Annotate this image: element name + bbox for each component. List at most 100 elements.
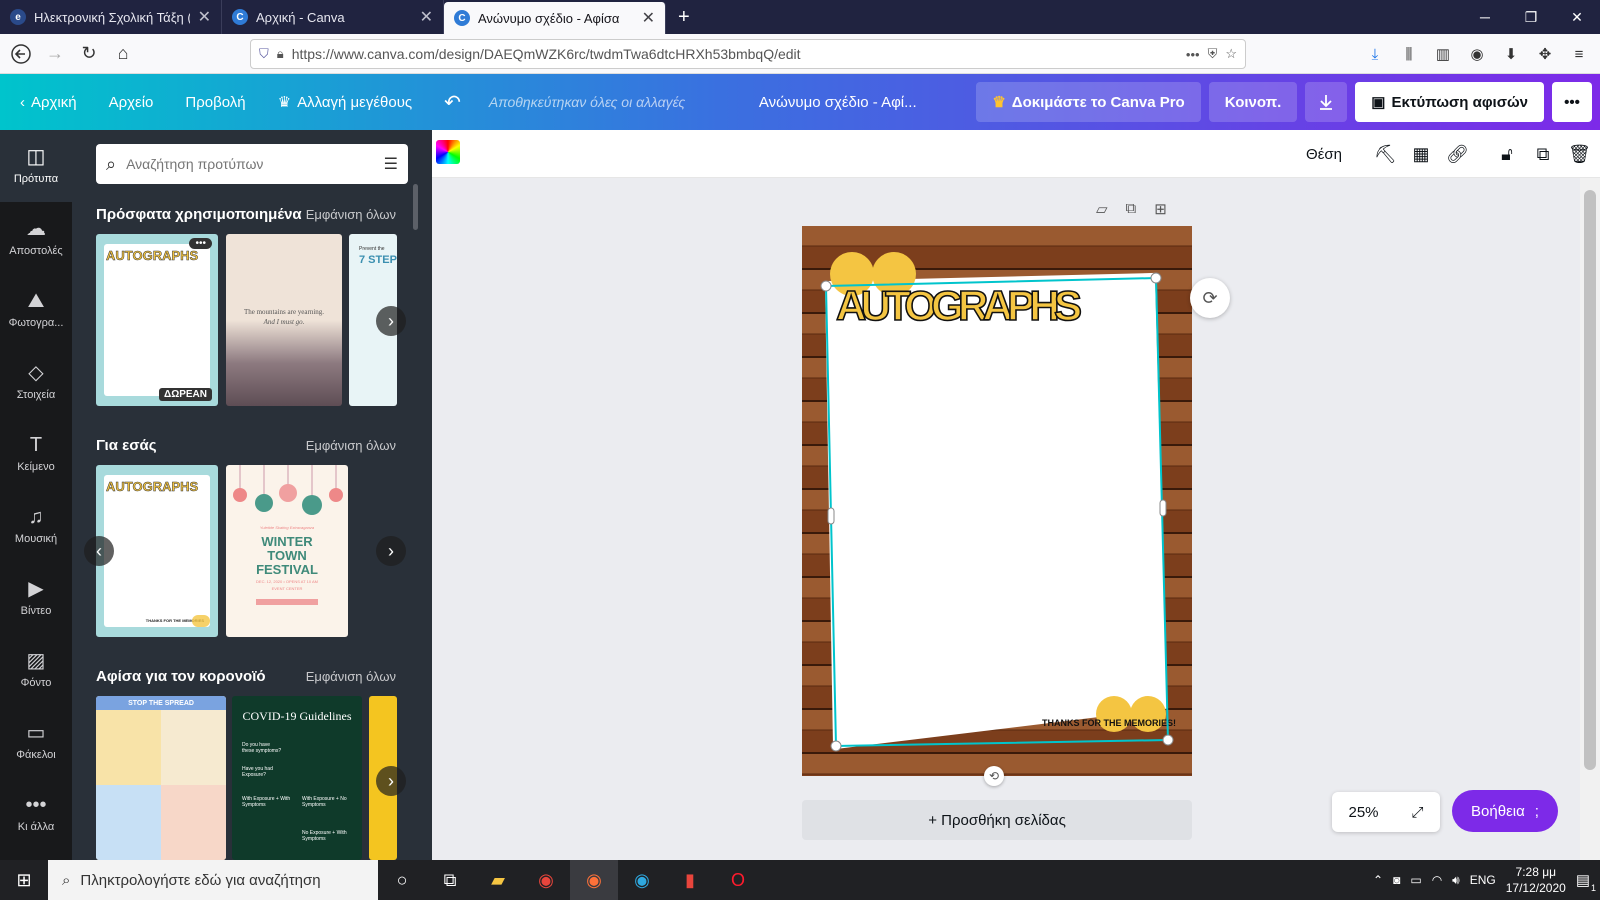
url-text[interactable]: https://www.canva.com/design/DAEQmWZK6rc…: [292, 46, 1178, 62]
share-button[interactable]: Κοινοπ.: [1208, 82, 1298, 122]
minimize-icon[interactable]: ─: [1462, 0, 1508, 34]
home-icon[interactable]: ⌂: [106, 38, 140, 70]
panel-scrollbar[interactable]: [413, 184, 418, 230]
poster-footer[interactable]: THANKS FOR THE MEMORIES!: [1042, 718, 1176, 728]
undo-icon[interactable]: ↶: [428, 74, 477, 130]
rail-item-photos[interactable]: ⛰ Φωτογρα...: [0, 274, 72, 346]
see-all-link[interactable]: Εμφάνιση όλων: [306, 207, 396, 222]
rotate-handle-icon[interactable]: ⟲: [984, 766, 1004, 786]
refresh-design-icon[interactable]: ⟳: [1190, 278, 1230, 318]
browser-tab-canva-home[interactable]: C Αρχική - Canva ✕: [222, 0, 444, 34]
battery-icon[interactable]: ▭: [1410, 873, 1421, 887]
next-arrow-button[interactable]: ›: [376, 766, 406, 796]
position-button[interactable]: Θέση: [1306, 146, 1342, 163]
rail-item-uploads[interactable]: ☁ Αποστολές: [0, 202, 72, 274]
duplicate-icon[interactable]: ⧉: [1532, 144, 1554, 165]
resize-button[interactable]: ♛ Αλλαγή μεγέθους: [262, 74, 429, 130]
language-indicator[interactable]: ENG: [1470, 873, 1496, 887]
help-button[interactable]: Βοήθεια ;: [1452, 790, 1558, 832]
menu-icon[interactable]: ≡: [1564, 46, 1594, 63]
close-tab-icon[interactable]: ✕: [420, 7, 433, 27]
poster-title[interactable]: AUTOGRAPHS: [835, 281, 1083, 330]
close-window-icon[interactable]: ✕: [1554, 0, 1600, 34]
add-page-icon[interactable]: ⊞: [1154, 200, 1167, 218]
download-arrow-icon[interactable]: ⬇: [1496, 45, 1526, 63]
edge-icon[interactable]: ◉: [618, 860, 666, 900]
link-icon[interactable]: 🔗︎: [1446, 144, 1469, 165]
notifications-icon[interactable]: ▤ 1: [1576, 871, 1596, 893]
file-explorer-icon[interactable]: ▰: [474, 860, 522, 900]
reload-icon[interactable]: ↻: [72, 38, 106, 70]
rail-item-text[interactable]: T Κείμενο: [0, 418, 72, 490]
account-icon[interactable]: ◉: [1462, 45, 1492, 63]
browser-tab-design[interactable]: C Ανώνυμο σχέδιο - Αφίσα ✕: [444, 2, 666, 34]
next-arrow-button[interactable]: ›: [376, 306, 406, 336]
see-all-link[interactable]: Εμφάνιση όλων: [306, 669, 396, 684]
rail-item-video[interactable]: ▶ Βίντεο: [0, 562, 72, 634]
template-thumb-winter-festival[interactable]: Yuletide Skating Extravaganza WINTER TOW…: [226, 465, 348, 637]
clock[interactable]: 7:28 μμ 17/12/2020: [1506, 864, 1566, 896]
back-icon[interactable]: [4, 38, 38, 70]
task-view-icon[interactable]: ○: [378, 860, 426, 900]
address-bar[interactable]: ⛉ 🔒︎ https://www.canva.com/design/DAEQmW…: [250, 39, 1246, 69]
unlock-icon[interactable]: 🔓︎: [1496, 144, 1518, 165]
office-icon[interactable]: ▮: [666, 860, 714, 900]
transparency-icon[interactable]: ▦: [1410, 144, 1432, 165]
taskbar-search[interactable]: ⌕ Πληκτρολογήστε εδώ για αναζήτηση: [48, 860, 378, 900]
downloads-icon[interactable]: ⤓: [1360, 46, 1390, 63]
next-arrow-button[interactable]: ›: [376, 536, 406, 566]
template-search[interactable]: ⌕ ☰: [96, 144, 408, 184]
template-thumb-mountains[interactable]: The mountains are yearning. And I must g…: [226, 234, 342, 406]
rail-item-elements[interactable]: ◇ Στοιχεία: [0, 346, 72, 418]
rail-item-more[interactable]: ••• Κι άλλα: [0, 778, 72, 850]
page-actions-icon[interactable]: •••: [1186, 47, 1200, 62]
firefox-icon[interactable]: ◉: [570, 860, 618, 900]
template-thumb-covid-guidelines[interactable]: COVID-19 Guidelines Do you have these sy…: [232, 696, 362, 860]
timeline-icon[interactable]: ⧉: [426, 860, 474, 900]
add-page-button[interactable]: + Προσθήκη σελίδας: [802, 800, 1192, 840]
bookmark-star-icon[interactable]: ☆: [1225, 46, 1237, 62]
file-menu[interactable]: Αρχείο: [93, 74, 170, 130]
print-posters-button[interactable]: ▣ Εκτύπωση αφισών: [1355, 82, 1544, 122]
design-page[interactable]: AUTOGRAPHS THANKS FOR THE MEMORIES!: [802, 226, 1192, 776]
new-tab-button[interactable]: +: [666, 0, 702, 34]
prev-arrow-button[interactable]: ‹: [84, 536, 114, 566]
shield-icon[interactable]: ⛉: [259, 46, 269, 62]
template-thumb-autographs-2[interactable]: AUTOGRAPHS THANKS FOR THE MEMORIES: [96, 465, 218, 637]
lock-icon[interactable]: 🔒︎: [277, 46, 284, 62]
windows-start-icon[interactable]: ⊞: [0, 860, 48, 900]
sidebar-icon[interactable]: ▥: [1428, 45, 1458, 63]
filter-icon[interactable]: ☰: [384, 154, 398, 174]
trash-icon[interactable]: 🗑︎: [1568, 144, 1591, 165]
library-icon[interactable]: ⫼: [1394, 46, 1424, 63]
see-all-link[interactable]: Εμφάνιση όλων: [306, 438, 396, 453]
close-tab-icon[interactable]: ✕: [198, 7, 211, 27]
zoom-control[interactable]: 25% ⤢: [1332, 792, 1440, 832]
rail-item-folders[interactable]: ▭ Φάκελοι: [0, 706, 72, 778]
vertical-scrollbar[interactable]: [1580, 178, 1600, 860]
extensions-icon[interactable]: ✥: [1530, 45, 1560, 63]
color-picker-icon[interactable]: [436, 140, 460, 164]
volume-icon[interactable]: 🔊︎: [1452, 873, 1460, 888]
fullscreen-icon[interactable]: ⤢: [1411, 804, 1423, 821]
duplicate-page-icon[interactable]: ⧉: [1126, 200, 1137, 218]
rail-item-background[interactable]: ▨ Φόντο: [0, 634, 72, 706]
chrome-icon[interactable]: ◉: [522, 860, 570, 900]
thumb-more-icon[interactable]: •••: [189, 238, 212, 249]
wifi-icon[interactable]: ◠: [1432, 873, 1442, 887]
rail-item-music[interactable]: ♫ Μουσική: [0, 490, 72, 562]
view-menu[interactable]: Προβολή: [169, 74, 261, 130]
download-button[interactable]: [1305, 82, 1348, 122]
home-link[interactable]: ‹ Αρχική: [0, 74, 93, 130]
template-thumb-stop-spread[interactable]: STOP THE SPREAD: [96, 696, 226, 860]
opera-icon[interactable]: O: [714, 860, 762, 900]
more-options-button[interactable]: •••: [1552, 82, 1592, 122]
search-input[interactable]: [126, 156, 374, 172]
pocket-icon[interactable]: ⛨: [1208, 46, 1218, 62]
rail-item-templates[interactable]: ◫ Πρότυπα: [0, 130, 72, 202]
template-thumb-autographs[interactable]: AUTOGRAPHS ••• ΔΩΡΕΑΝ: [96, 234, 218, 406]
try-pro-button[interactable]: ♛ Δοκιμάστε το Canva Pro: [976, 82, 1201, 122]
paint-roller-icon[interactable]: ⛏: [1374, 144, 1397, 165]
restore-icon[interactable]: ❐: [1508, 0, 1554, 34]
browser-tab-eclass[interactable]: e Ηλεκτρονική Σχολική Τάξη (η-Τ ✕: [0, 0, 222, 34]
